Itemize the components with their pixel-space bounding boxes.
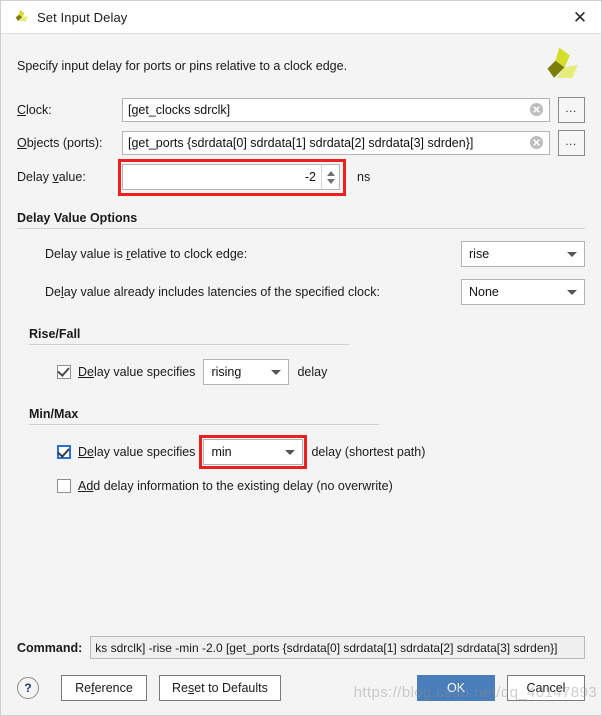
delay-value-stepper[interactable]	[122, 164, 340, 190]
title-bar: Set Input Delay ✕	[1, 1, 601, 34]
min-max-select[interactable]: min	[203, 439, 304, 465]
add-delay-checkbox-row: Add delay information to the existing de…	[17, 479, 585, 493]
check-icon	[57, 364, 70, 377]
ellipsis-icon: …	[564, 134, 579, 148]
min-max-suffix-label: delay (shortest path)	[311, 445, 426, 459]
chevron-down-icon	[567, 289, 577, 295]
clock-browse-button[interactable]: …	[558, 97, 585, 123]
help-icon[interactable]: ?	[17, 677, 39, 699]
button-row: ? Re f erence Re s et to Defaults OK Cancel	[17, 675, 585, 701]
vivado-logo-icon	[547, 47, 578, 78]
ellipsis-icon: …	[564, 101, 579, 115]
ok-button[interactable]: OK	[417, 675, 495, 701]
min-max-group: Min/Max Delay value specifies min delay …	[17, 407, 585, 493]
add-delay-checkbox-label: Add delay information to the existing de…	[78, 479, 393, 493]
command-label: Command:	[17, 640, 83, 655]
min-max-select-value: min	[211, 445, 232, 459]
rise-fall-checkbox-row: Delay value specifies rising delay	[17, 359, 585, 385]
rise-fall-group: Rise/Fall Delay value specifies rising d…	[17, 327, 585, 385]
stepper-down-icon[interactable]	[326, 178, 335, 184]
delay-value-options-group: Delay Value Options Delay value is relat…	[17, 211, 585, 305]
dialog-footer: Command: ks sdrclk] -rise -min -2.0 [get…	[1, 636, 601, 715]
command-value: ks sdrclk] -rise -min -2.0 [get_ports {s…	[90, 636, 585, 659]
includes-latencies-select[interactable]: None	[461, 279, 585, 305]
rise-fall-checkbox[interactable]	[57, 364, 71, 379]
delay-value-label: Delay value:	[17, 170, 86, 184]
dialog-header: Specify input delay for ports or pins re…	[1, 34, 601, 98]
chevron-down-icon	[271, 369, 282, 375]
reference-button[interactable]: Re f erence	[61, 675, 147, 701]
vivado-logo-icon	[15, 9, 28, 22]
objects-field-row: Objects (ports): …	[17, 130, 585, 156]
delay-value-options-title: Delay Value Options	[17, 211, 138, 225]
dialog-body: Clock: … Objects (ports):	[1, 97, 601, 636]
objects-label: Objects (ports):	[17, 136, 103, 150]
clock-label: Clock:	[17, 103, 52, 117]
rise-fall-select-value: rising	[211, 365, 242, 379]
cancel-button[interactable]: Cancel	[507, 675, 585, 701]
section-divider	[29, 424, 379, 425]
delay-value-input[interactable]	[123, 169, 321, 185]
min-max-title: Min/Max	[29, 407, 79, 421]
relative-to-edge-select[interactable]: rise	[461, 241, 585, 267]
add-delay-checkbox[interactable]	[57, 479, 71, 493]
delay-value-stepper-wrap	[118, 159, 346, 196]
objects-input-wrap	[122, 131, 550, 155]
min-max-checkbox-label: Delay value specifies	[78, 445, 196, 459]
relative-to-edge-value: rise	[469, 247, 490, 261]
clear-circle-icon[interactable]	[529, 135, 544, 150]
section-divider	[17, 228, 585, 229]
rise-fall-select[interactable]: rising	[203, 359, 290, 385]
reset-to-defaults-button[interactable]: Re s et to Defaults	[159, 675, 281, 701]
command-row: Command: ks sdrclk] -rise -min -2.0 [get…	[17, 636, 585, 659]
includes-latencies-value: None	[469, 285, 499, 299]
clock-field-row: Clock: …	[17, 97, 585, 123]
delay-value-field-row: Delay value: ns	[17, 159, 585, 196]
chevron-down-icon	[285, 449, 296, 455]
dialog-description: Specify input delay for ports or pins re…	[17, 59, 348, 73]
rise-fall-title: Rise/Fall	[29, 327, 81, 341]
stepper-up-icon[interactable]	[326, 170, 335, 176]
rise-fall-suffix-label: delay	[297, 365, 328, 379]
clock-input-wrap	[122, 98, 550, 122]
relative-to-edge-row: Delay value is relative to clock edge: r…	[17, 241, 585, 267]
clear-circle-icon[interactable]	[529, 102, 544, 117]
close-icon[interactable]: ✕	[565, 3, 595, 31]
relative-to-edge-label: Delay value is relative to clock edge:	[45, 247, 248, 261]
stepper-arrows[interactable]	[321, 165, 339, 189]
check-icon	[57, 445, 70, 458]
clock-input[interactable]	[122, 98, 550, 122]
set-input-delay-dialog: Set Input Delay ✕ Specify input delay fo…	[0, 0, 602, 716]
min-max-checkbox[interactable]	[57, 445, 71, 459]
rise-fall-checkbox-label: Delay value specifies	[78, 365, 196, 379]
delay-unit-label: ns	[357, 170, 371, 184]
chevron-down-icon	[567, 251, 577, 257]
includes-latencies-label: Delay value already includes latencies o…	[45, 285, 380, 299]
objects-input[interactable]	[122, 131, 550, 155]
section-divider	[29, 344, 349, 345]
includes-latencies-row: Delay value already includes latencies o…	[17, 279, 585, 305]
window-title: Set Input Delay	[37, 9, 128, 25]
objects-browse-button[interactable]: …	[558, 130, 585, 156]
min-max-checkbox-row: Delay value specifies min delay (shortes…	[17, 435, 585, 469]
